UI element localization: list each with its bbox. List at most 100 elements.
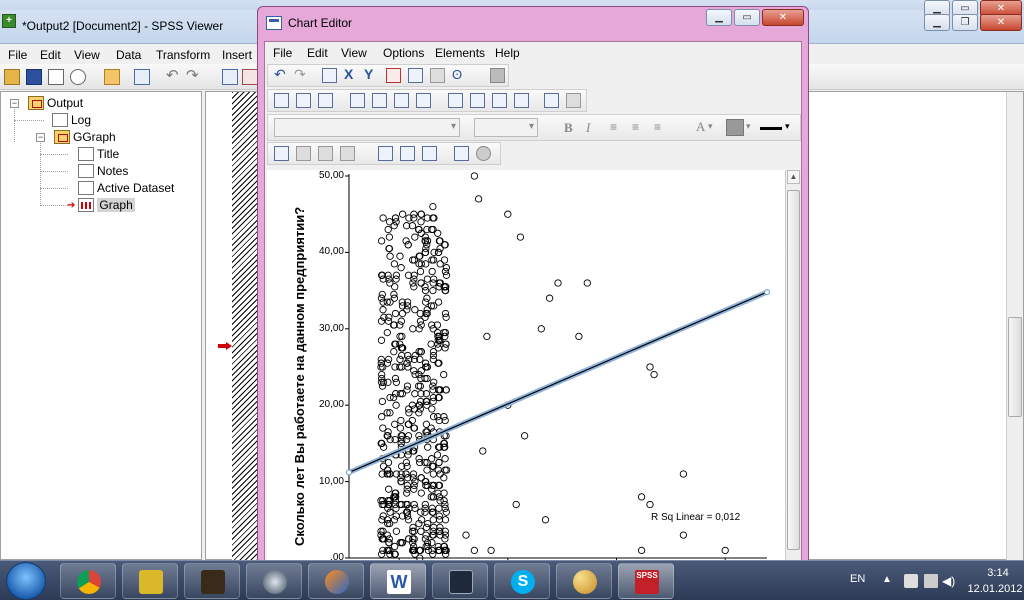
clock-time[interactable]: 3:14 xyxy=(972,567,1024,579)
menu-elements[interactable]: Elements xyxy=(435,46,485,60)
outline-item-output[interactable]: Output xyxy=(28,96,83,110)
menu-insert[interactable]: Insert xyxy=(222,48,252,62)
menu-file[interactable]: File xyxy=(273,46,292,60)
lasso-icon[interactable]: ʘ xyxy=(452,68,467,83)
show-derived-axis-icon[interactable] xyxy=(492,93,507,108)
show-data-labels-icon[interactable] xyxy=(430,68,445,83)
taskbar-chrome[interactable] xyxy=(60,563,116,599)
transpose-icon[interactable] xyxy=(408,68,423,83)
fill-color-swatch[interactable] xyxy=(726,119,744,136)
print-preview-icon[interactable] xyxy=(70,69,86,85)
show-hidden-icons-icon[interactable]: ▲ xyxy=(882,574,896,588)
show-legend-icon[interactable] xyxy=(448,93,463,108)
rescale-icon[interactable] xyxy=(386,68,401,83)
outline-item-log[interactable]: Log xyxy=(52,113,91,127)
show-annotation-icon[interactable] xyxy=(394,93,409,108)
undo-icon[interactable]: ↶ xyxy=(274,67,289,83)
chevron-down-icon[interactable]: ▾ xyxy=(785,121,790,132)
show-textbox-icon[interactable] xyxy=(416,93,431,108)
outline-item-notes[interactable]: Notes xyxy=(78,164,128,178)
scatter-line-icon[interactable] xyxy=(378,146,393,161)
menu-options[interactable]: Options xyxy=(383,46,424,60)
redo-icon[interactable]: ↷ xyxy=(294,67,309,83)
fit-line-icon[interactable] xyxy=(318,93,333,108)
restore-icon[interactable]: ❐ xyxy=(952,14,978,31)
r-squared-annotation[interactable]: R Sq Linear = 0,012 xyxy=(651,512,740,523)
chart-editor-icon[interactable] xyxy=(266,16,282,30)
area-chart-icon[interactable] xyxy=(400,146,415,161)
menu-help[interactable]: Help xyxy=(495,46,520,60)
line-style-icon[interactable] xyxy=(760,127,782,130)
content-vertical-scrollbar[interactable] xyxy=(1006,92,1023,561)
redo-icon[interactable]: ↷ xyxy=(186,68,202,85)
battery-icon[interactable] xyxy=(924,574,938,588)
taskbar-app-5[interactable] xyxy=(308,563,364,599)
scrollbar-thumb[interactable] xyxy=(787,190,800,550)
show-grid-lines-icon[interactable] xyxy=(470,93,485,108)
outline-item-active-dataset[interactable]: Active Dataset xyxy=(78,181,174,195)
font-size-select[interactable] xyxy=(474,118,538,137)
open-folder-icon[interactable] xyxy=(4,69,20,85)
show-x-grid-icon[interactable] xyxy=(274,93,289,108)
align-right-icon[interactable]: ≡ xyxy=(654,120,661,134)
bold-button[interactable]: B xyxy=(564,120,573,136)
menu-edit[interactable]: Edit xyxy=(307,46,328,60)
minimize-icon[interactable]: ▁ xyxy=(924,14,950,31)
outline-collapse-toggle[interactable]: − xyxy=(10,99,19,108)
close-icon[interactable]: ✕ xyxy=(762,9,804,26)
taskbar-app-7[interactable] xyxy=(432,563,488,599)
menu-view[interactable]: View xyxy=(341,46,367,60)
distribution-curve-icon[interactable] xyxy=(454,146,469,161)
outline-item-ggraph[interactable]: GGraph xyxy=(54,130,116,144)
scrollbar-thumb[interactable] xyxy=(1008,317,1022,417)
menu-file[interactable]: File xyxy=(8,48,27,62)
goto-data-icon[interactable] xyxy=(222,69,238,85)
taskbar-skype[interactable]: S xyxy=(494,563,550,599)
taskbar-app-3[interactable] xyxy=(184,563,240,599)
chevron-down-icon[interactable]: ▾ xyxy=(708,121,713,132)
taskbar-paint[interactable] xyxy=(556,563,612,599)
taskbar-app-2[interactable] xyxy=(122,563,178,599)
show-data-labels-icon[interactable] xyxy=(514,93,529,108)
outline-collapse-toggle[interactable]: − xyxy=(36,133,45,142)
show-y-grid-icon[interactable] xyxy=(296,93,311,108)
show-footnote-icon[interactable] xyxy=(372,93,387,108)
interpolation-line-icon[interactable] xyxy=(566,93,581,108)
line-chart-type-icon[interactable] xyxy=(340,146,355,161)
scatter-plot[interactable] xyxy=(267,170,789,562)
chevron-down-icon[interactable]: ▾ xyxy=(746,121,751,132)
undo-icon[interactable]: ↶ xyxy=(166,68,182,85)
italic-button[interactable]: I xyxy=(586,120,590,136)
outline-item-graph[interactable]: ➔ Graph xyxy=(67,198,135,212)
language-indicator[interactable]: EN xyxy=(850,573,865,585)
editor-vertical-scrollbar[interactable]: ▲ xyxy=(785,170,801,562)
recall-dialog-icon[interactable] xyxy=(134,69,150,85)
scatter-chart-type-icon[interactable] xyxy=(274,146,289,161)
show-title-icon[interactable] xyxy=(350,93,365,108)
text-style-button[interactable]: A xyxy=(696,119,705,135)
minimize-icon[interactable]: ▁ xyxy=(706,9,732,26)
close-icon[interactable]: ✕ xyxy=(980,14,1022,31)
align-left-icon[interactable]: ≡ xyxy=(610,120,617,134)
editor-titlebar[interactable]: Chart Editor ▁ ▭ ✕ xyxy=(258,7,808,41)
properties-icon[interactable] xyxy=(322,68,337,83)
pie-chart-icon[interactable] xyxy=(476,146,491,161)
x-axis-icon[interactable]: X xyxy=(344,67,359,83)
menu-edit[interactable]: Edit xyxy=(40,48,61,62)
chevron-up-icon[interactable]: ▲ xyxy=(787,170,800,184)
menu-view[interactable]: View xyxy=(74,48,100,62)
network-icon[interactable] xyxy=(904,574,918,588)
export-icon[interactable] xyxy=(104,69,120,85)
maximize-icon[interactable]: ▭ xyxy=(734,9,760,26)
bar-chart-type-icon[interactable] xyxy=(296,146,311,161)
chart-canvas[interactable]: 50,00 40,00 30,00 20,00 10,00,00 Сколько лет… xyxy=(267,170,789,563)
print-icon[interactable] xyxy=(48,69,64,85)
volume-icon[interactable]: ◀) xyxy=(942,574,956,588)
y-axis-icon[interactable]: Y xyxy=(364,67,379,83)
taskbar-word[interactable]: W xyxy=(370,563,426,599)
line-chart-icon[interactable] xyxy=(422,146,437,161)
align-center-icon[interactable]: ≡ xyxy=(632,120,639,134)
outline-item-title[interactable]: Title xyxy=(78,147,119,161)
menu-transform[interactable]: Transform xyxy=(156,48,210,62)
font-family-select[interactable] xyxy=(274,118,460,137)
